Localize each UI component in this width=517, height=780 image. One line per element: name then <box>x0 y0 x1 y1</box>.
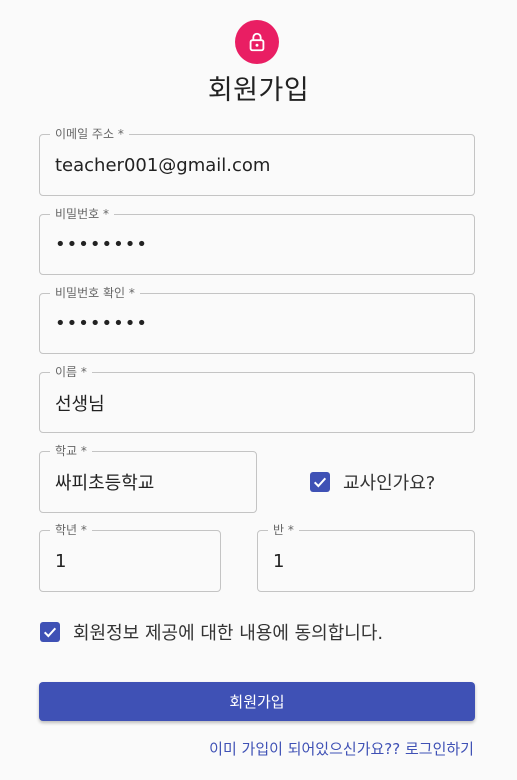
agree-checkbox-label[interactable]: 회원정보 제공에 대한 내용에 동의합니다. <box>73 619 383 645</box>
class-field-value: 1 <box>273 550 285 572</box>
class-field[interactable]: 반 * 1 <box>257 522 475 592</box>
name-field[interactable]: 이름 * 선생님 <box>39 364 475 433</box>
school-field-value: 싸피초등학교 <box>55 473 155 494</box>
email-field[interactable]: 이메일 주소 * teacher001@gmail.com <box>39 126 475 196</box>
password-confirm-field-value: •••••••• <box>55 313 148 334</box>
grade-field[interactable]: 학년 * 1 <box>39 522 221 592</box>
signup-button[interactable]: 회원가입 <box>39 682 475 721</box>
password-field[interactable]: 비밀번호 * •••••••• <box>39 206 475 275</box>
login-link[interactable]: 이미 가입이 되어있으신가요?? 로그인하기 <box>209 738 474 759</box>
teacher-checkbox-label[interactable]: 교사인가요? <box>343 469 435 495</box>
avatar <box>235 20 279 64</box>
checkmark-icon <box>313 477 327 488</box>
password-confirm-field[interactable]: 비밀번호 확인 * •••••••• <box>39 285 475 354</box>
teacher-checkbox[interactable] <box>310 472 330 492</box>
school-field[interactable]: 학교 * 싸피초등학교 <box>39 443 257 513</box>
email-field-value: teacher001@gmail.com <box>55 154 271 176</box>
password-field-value: •••••••• <box>55 234 148 255</box>
checkmark-icon <box>43 627 57 638</box>
page-title: 회원가입 <box>207 75 310 106</box>
name-field-value: 선생님 <box>55 393 105 415</box>
lock-icon <box>249 32 265 52</box>
grade-field-value: 1 <box>55 550 67 572</box>
agree-checkbox[interactable] <box>40 622 60 642</box>
